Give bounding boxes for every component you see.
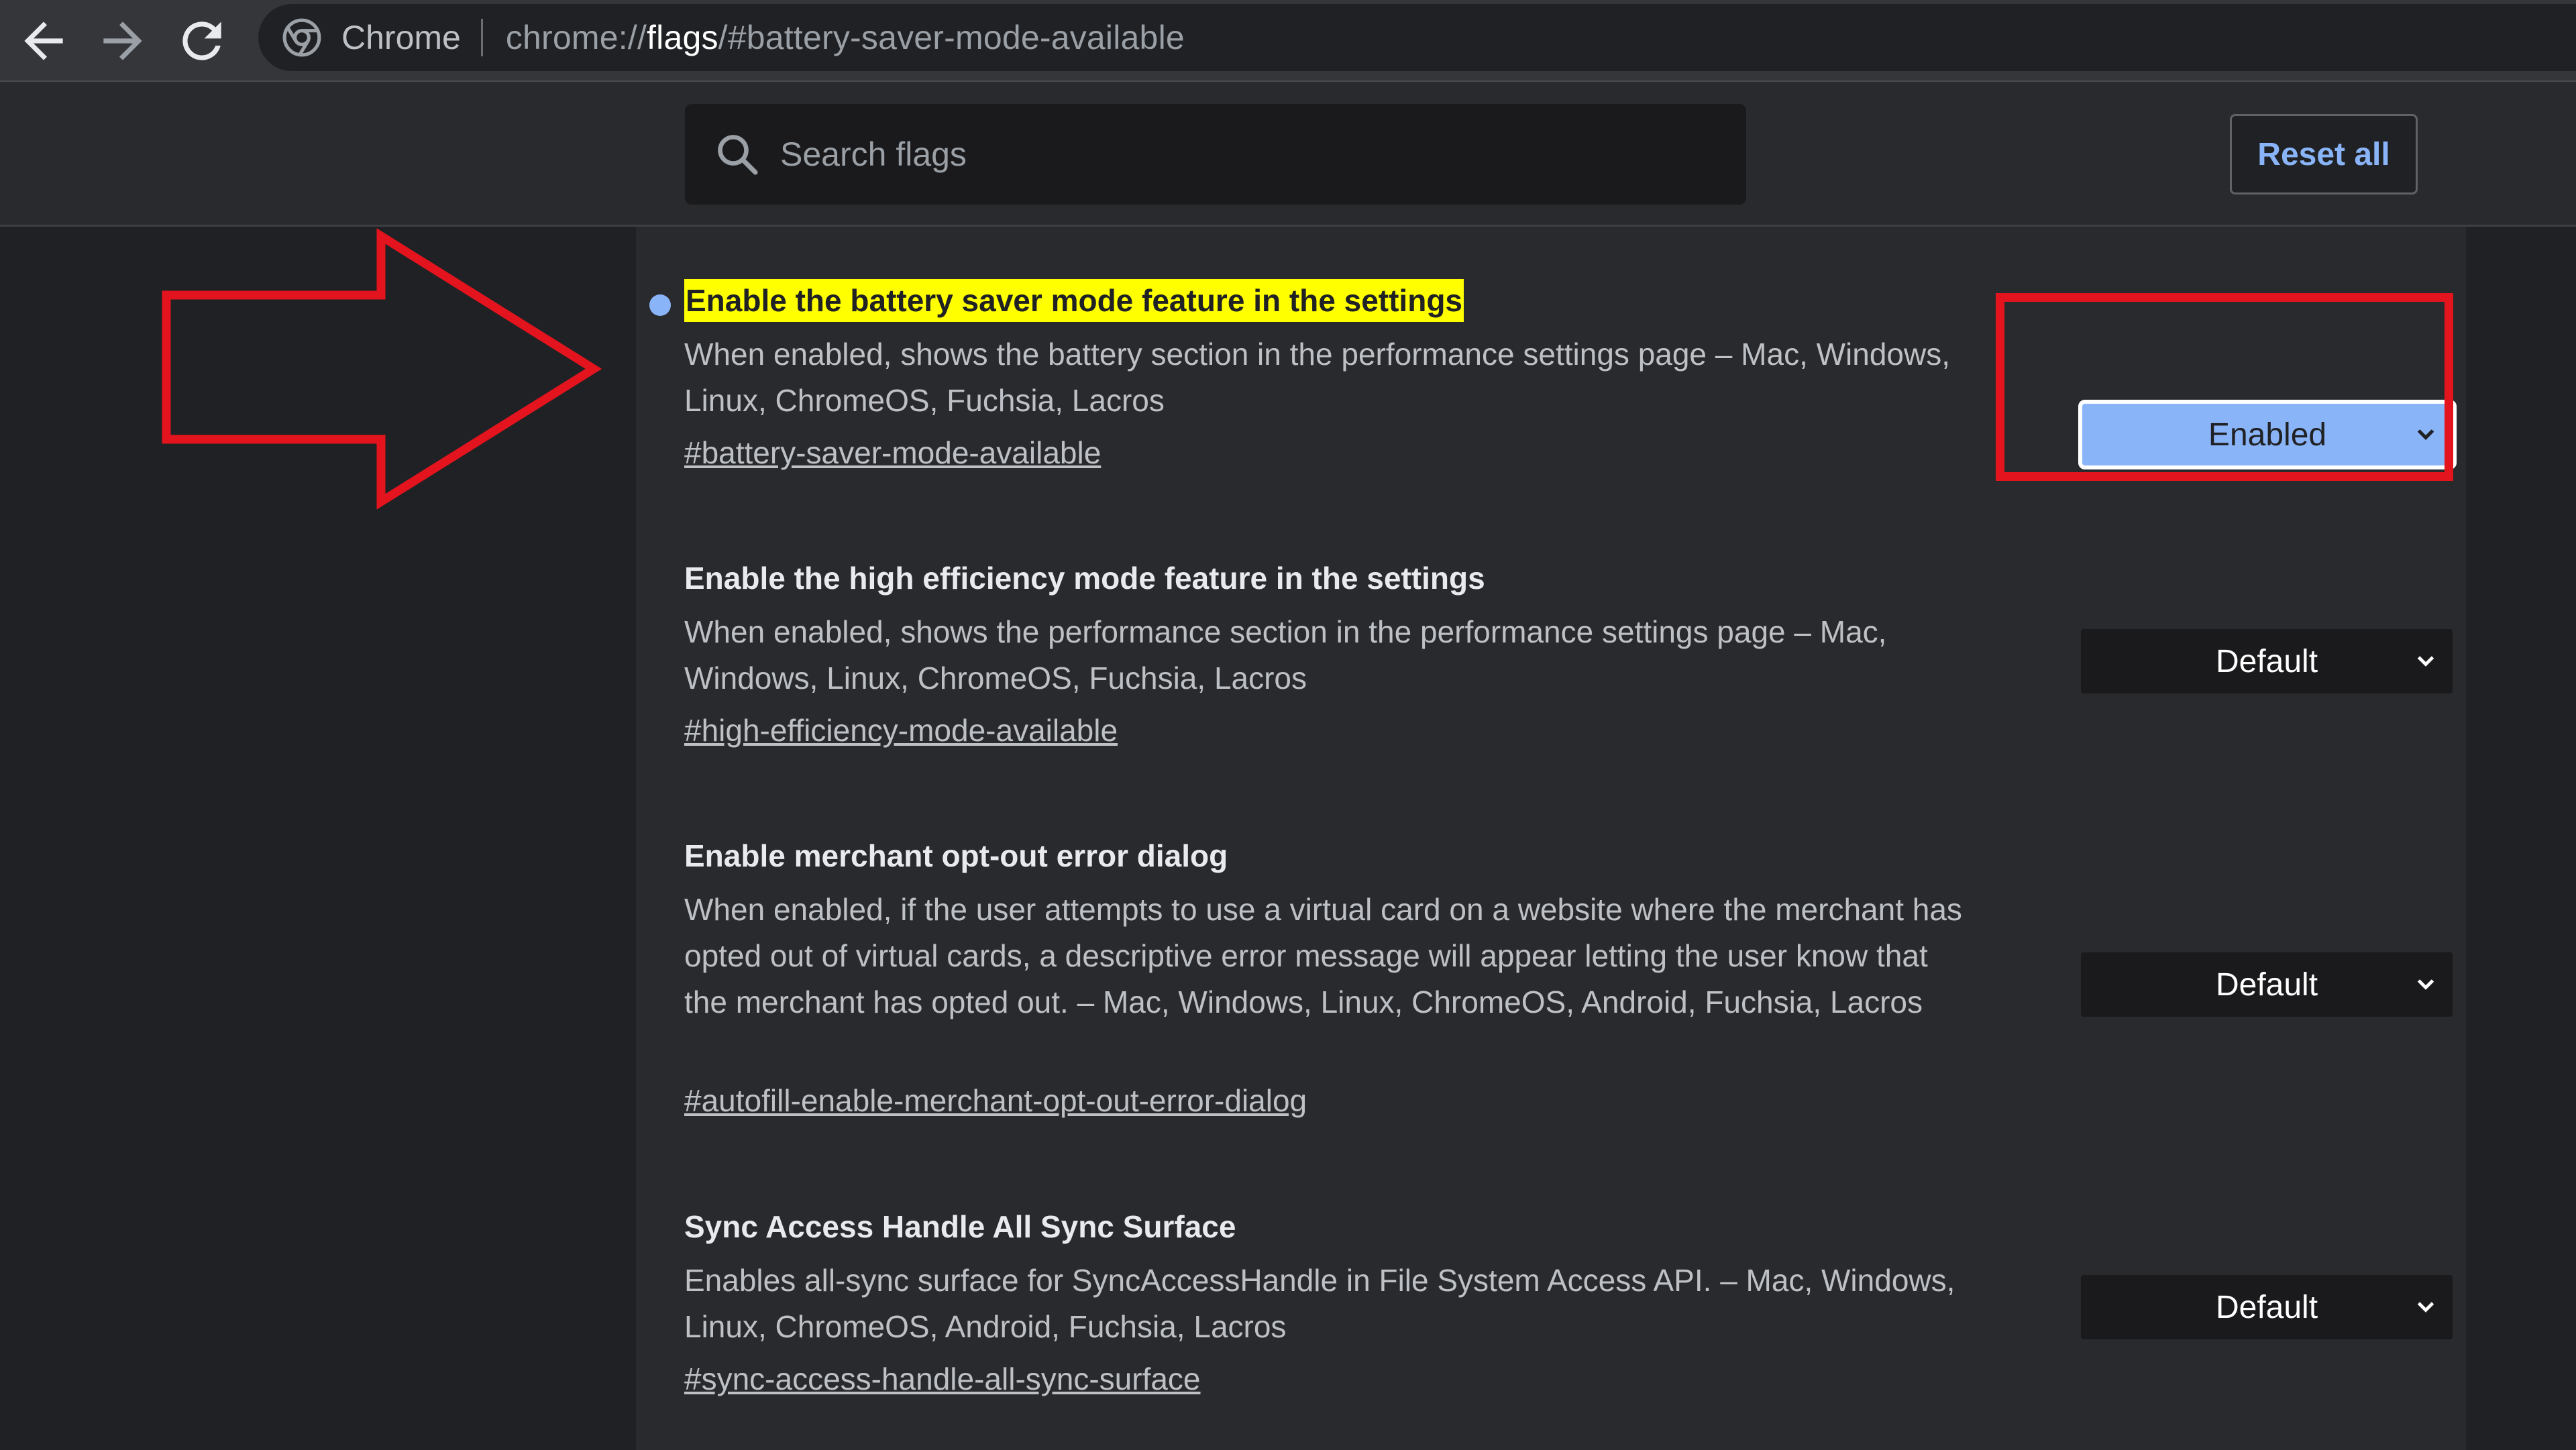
reset-all-button[interactable]: Reset all (2230, 114, 2418, 194)
flag-title: Enable merchant opt-out error dialog (684, 838, 1228, 873)
forward-button[interactable] (94, 12, 152, 70)
flag-permalink[interactable]: #high-efficiency-mode-available (684, 712, 1118, 748)
modified-indicator-dot (649, 294, 671, 316)
flag-state-select[interactable]: Default (2081, 1275, 2453, 1339)
flag-permalink[interactable]: #sync-access-handle-all-sync-surface (684, 1361, 1201, 1397)
search-icon (718, 135, 758, 175)
annotation-arrow-icon (162, 228, 602, 510)
back-icon (24, 21, 63, 60)
search-box[interactable] (685, 104, 1746, 205)
search-input[interactable] (779, 134, 1654, 174)
flag-description: When enabled, shows the battery section … (684, 337, 1951, 418)
flag-description: Enables all-sync surface for SyncAccessH… (684, 1263, 1955, 1344)
url-scheme: chrome:// (505, 19, 647, 56)
flag-title: Enable the battery saver mode feature in… (684, 279, 1464, 322)
browser-toolbar: Chrome chrome://flags/#battery-saver-mod… (0, 0, 2576, 82)
flag-title: Sync Access Handle All Sync Surface (684, 1209, 1236, 1244)
url-host: flags (647, 19, 718, 56)
back-button[interactable] (15, 12, 72, 70)
flags-header: Reset all (0, 82, 2576, 227)
omnibox-divider (480, 19, 483, 56)
reload-button[interactable] (173, 12, 231, 70)
chrome-logo-icon (282, 18, 321, 57)
annotation-highlight-box (1996, 293, 2453, 481)
chevron-down-icon (2417, 1302, 2434, 1313)
chevron-down-icon (2417, 656, 2434, 667)
flag-state-value: Default (2215, 966, 2318, 1003)
flag-permalink[interactable]: #battery-saver-mode-available (684, 435, 1101, 471)
flag-state-value: Default (2215, 643, 2318, 679)
forward-icon (103, 21, 142, 60)
flag-permalink[interactable]: #autofill-enable-merchant-opt-out-error-… (684, 1082, 1307, 1119)
flag-title: Enable the high efficiency mode feature … (684, 561, 1485, 596)
flag-description: When enabled, if the user attempts to us… (684, 892, 1962, 1019)
url-text: chrome://flags/#battery-saver-mode-avail… (506, 18, 1185, 57)
flag-state-select[interactable]: Default (2081, 952, 2453, 1017)
flag-state-value: Default (2215, 1289, 2318, 1325)
chevron-down-icon (2417, 979, 2434, 990)
site-chip-label: Chrome (341, 19, 461, 56)
address-bar[interactable]: Chrome chrome://flags/#battery-saver-mod… (258, 4, 2576, 71)
url-path: /#battery-saver-mode-available (718, 19, 1185, 56)
reload-icon (182, 21, 221, 60)
flag-description: When enabled, shows the performance sect… (684, 614, 1887, 695)
flag-state-select[interactable]: Default (2081, 629, 2453, 693)
